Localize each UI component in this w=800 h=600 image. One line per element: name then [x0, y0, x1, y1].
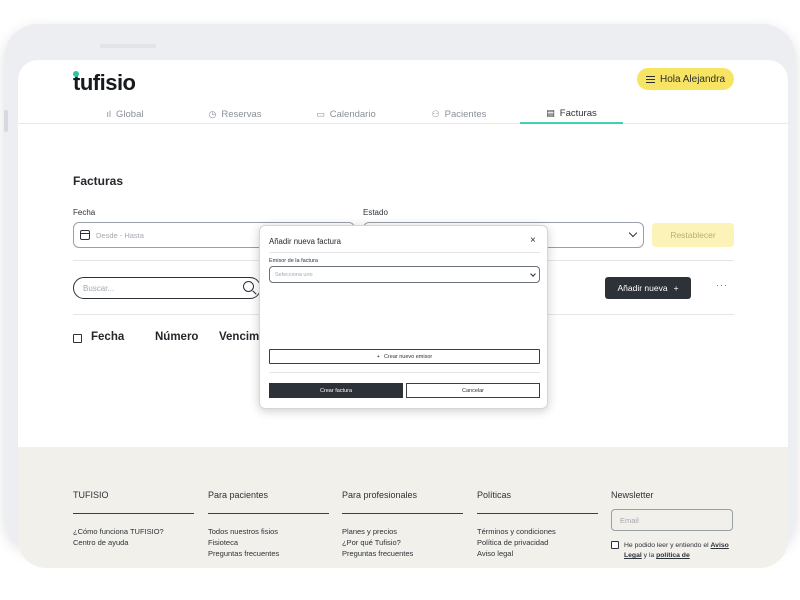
tab-label: Global	[116, 108, 144, 120]
emisor-placeholder: Selecciona uno	[275, 271, 313, 278]
clock-icon: ◷	[208, 108, 217, 119]
reset-button[interactable]: Restablecer	[652, 223, 734, 247]
consent-checkbox[interactable]	[611, 541, 619, 549]
select-all-checkbox[interactable]	[73, 334, 82, 343]
footer-divider	[208, 513, 329, 514]
cancel-button[interactable]: Cancelar	[406, 383, 540, 398]
plus-icon: +	[376, 353, 380, 360]
privacy-policy-link[interactable]: política de	[656, 552, 690, 559]
device-top-button	[100, 44, 156, 48]
search-icon	[243, 281, 254, 292]
footer-link[interactable]: Política de privacidad	[477, 538, 548, 547]
footer-link[interactable]: Centro de ayuda	[73, 538, 128, 547]
footer-divider	[342, 513, 463, 514]
more-options-icon[interactable]: ···	[716, 280, 728, 290]
footer-link[interactable]: Planes y precios	[342, 527, 397, 536]
create-emisor-button[interactable]: + Crear nuevo emisor	[269, 349, 540, 364]
footer-title: Para profesionales	[342, 490, 418, 500]
footer-link[interactable]: Preguntas frecuentes	[342, 549, 413, 558]
email-placeholder: Email	[620, 515, 639, 525]
fecha-label: Fecha	[73, 208, 96, 217]
tab-label: Facturas	[559, 107, 597, 119]
plus-icon: +	[673, 283, 679, 293]
add-invoice-button[interactable]: Añadir nueva +	[605, 277, 691, 299]
chevron-down-icon	[628, 228, 638, 238]
calendar-icon	[80, 230, 90, 240]
footer-link[interactable]: Aviso legal	[477, 549, 513, 558]
chart-icon: ıl	[106, 109, 112, 119]
chevron-down-icon	[530, 271, 536, 277]
page-title: Facturas	[73, 174, 124, 188]
consent-text: He podido leer y entiendo el Aviso Legal…	[624, 541, 736, 561]
menu-icon	[645, 75, 655, 83]
logo[interactable]: tufisio	[73, 70, 136, 96]
date-range-placeholder: Desde - Hasta	[96, 230, 144, 240]
modal-title: Añadir nueva factura	[269, 237, 341, 246]
footer-divider	[477, 513, 598, 514]
tab-label: Pacientes	[444, 108, 487, 120]
footer-link[interactable]: Fisioteca	[208, 538, 238, 547]
close-icon[interactable]: ×	[530, 235, 536, 246]
column-header-fecha[interactable]: Fecha	[91, 331, 124, 343]
emisor-label: Emisor de la factura	[269, 258, 318, 264]
search-placeholder: Buscar...	[83, 283, 115, 293]
create-invoice-button[interactable]: Crear factura	[269, 383, 403, 398]
footer-title: Políticas	[477, 490, 512, 500]
consent-prefix: He podido leer y entiendo el	[624, 542, 711, 549]
add-invoice-label: Añadir nueva	[617, 283, 668, 293]
add-invoice-modal: Añadir nueva factura × Emisor de la fact…	[259, 225, 548, 409]
column-header-numero[interactable]: Número	[155, 331, 198, 343]
modal-divider	[269, 372, 540, 373]
user-menu-button[interactable]: Hola Alejandra	[637, 68, 734, 90]
tab-global[interactable]: ıl Global	[78, 104, 172, 124]
modal-divider	[269, 252, 540, 253]
tab-reservas[interactable]: ◷ Reservas	[188, 104, 282, 124]
consent-mid: y la	[641, 552, 657, 559]
footer-link[interactable]: Términos y condiciones	[477, 527, 556, 536]
footer-title: TUFISIO	[73, 490, 109, 500]
tab-pacientes[interactable]: ⚇ Pacientes	[412, 104, 506, 124]
estado-label: Estado	[363, 208, 388, 217]
logo-dot	[73, 71, 79, 77]
tab-label: Reservas	[221, 108, 262, 120]
device-side-button	[4, 110, 8, 132]
footer-divider	[73, 513, 194, 514]
footer-link[interactable]: ¿Cómo funciona TUFISIO?	[73, 527, 164, 536]
user-menu-label: Hola Alejandra	[659, 73, 726, 85]
footer-link[interactable]: Preguntas frecuentes	[208, 549, 279, 558]
user-icon: ⚇	[431, 108, 440, 119]
newsletter-title: Newsletter	[611, 490, 654, 500]
column-header-vencimiento[interactable]: Vencim	[219, 331, 259, 343]
footer-link[interactable]: ¿Por qué Tufisio?	[342, 538, 401, 547]
tab-facturas[interactable]: ▤ Facturas	[520, 104, 623, 124]
footer: TUFISIO ¿Cómo funciona TUFISIO? Centro d…	[18, 447, 788, 568]
emisor-select[interactable]: Selecciona uno	[269, 266, 540, 283]
tab-label: Calendario	[329, 108, 376, 120]
tab-calendario[interactable]: ▭ Calendario	[299, 104, 393, 124]
footer-title: Para pacientes	[208, 490, 269, 500]
footer-link[interactable]: Todos nuestros fisios	[208, 527, 278, 536]
app-screen: ıl Global ◷ Reservas ▭ Calendario ⚇ Paci…	[18, 60, 788, 568]
newsletter-email-input[interactable]: Email	[611, 509, 733, 531]
calendar-icon: ▭	[316, 108, 325, 119]
create-emisor-label: Crear nuevo emisor	[383, 353, 433, 360]
search-input[interactable]: Buscar...	[73, 277, 261, 299]
tablet-frame: ıl Global ◷ Reservas ▭ Calendario ⚇ Paci…	[4, 24, 796, 568]
document-icon: ▤	[546, 107, 555, 118]
